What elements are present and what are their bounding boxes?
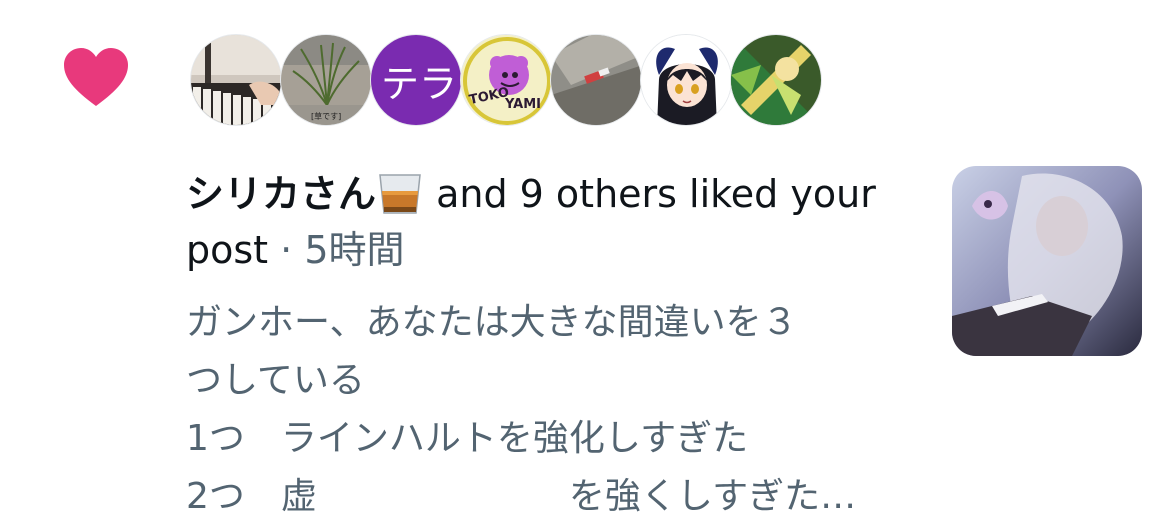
avatar-tera[interactable]: テラ	[370, 34, 462, 126]
notification-time: 5時間	[304, 228, 405, 272]
avatar-grass-caption: [草です]	[311, 112, 342, 121]
avatar-tokoyami[interactable]: TOKO YAMI	[460, 34, 552, 126]
separator-dot: ·	[268, 228, 305, 272]
avatar-anime-girl[interactable]	[640, 34, 732, 126]
notification-headline[interactable]: シリカさん and 9 others liked your post · 5時間	[186, 166, 886, 278]
post-text-line: ガンホー、あなたは大きな間違いを３	[186, 302, 798, 343]
post-text-line: つしている	[186, 360, 365, 401]
tokoyami-logo-text-2: YAMI	[505, 97, 542, 112]
post-text-line: 1つ ラインハルトを強化しすぎた	[186, 418, 749, 459]
avatar-street[interactable]	[550, 34, 642, 126]
avatar-grass[interactable]: [草です]	[280, 34, 372, 126]
heart-icon	[62, 46, 130, 110]
tumbler-glass-emoji	[376, 171, 424, 215]
avatar-initials: テラ	[371, 35, 461, 125]
post-thumbnail[interactable]	[952, 166, 1142, 356]
avatar-piano[interactable]	[190, 34, 282, 126]
avatar-card-art[interactable]	[730, 34, 822, 126]
post-text-line: 2つ 虚 を強くしすぎた…	[186, 476, 857, 517]
post-text[interactable]: ガンホー、あなたは大きな間違いを３ つしている 1つ ラインハルトを強化しすぎた…	[186, 294, 906, 526]
liker-user-name[interactable]: シリカさん	[186, 172, 376, 216]
